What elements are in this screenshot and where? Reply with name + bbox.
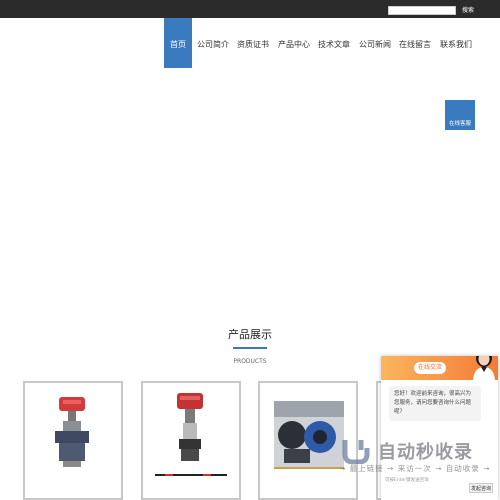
chat-header: 在线交流 (381, 356, 498, 380)
watermark-logo-icon (342, 440, 370, 464)
search-button[interactable]: 搜索 (458, 5, 478, 16)
search-input[interactable] (388, 6, 456, 15)
valve-image (155, 393, 227, 476)
nav-item-message[interactable]: 在线留言 (399, 18, 431, 68)
product-card[interactable] (23, 381, 123, 500)
section-divider (233, 347, 267, 349)
watermark-subtitle: → 最上链接 → 来访一次 → 自动收录 → (339, 464, 491, 473)
agent-avatar (473, 356, 495, 380)
nav-item-contact[interactable]: 联系我们 (440, 18, 472, 68)
nav-item-about[interactable]: 公司简介 (197, 18, 229, 68)
main-nav: 首页 公司简介 资质证书 产品中心 技术文章 公司新闻 在线留言 联系我们 (0, 18, 500, 68)
online-service-label: 在线客服 (448, 121, 471, 127)
watermark-title: 自动秒收录 (378, 442, 473, 463)
nav-item-news[interactable]: 公司新闻 (359, 18, 391, 68)
chat-send-button[interactable]: 发起咨询 (469, 483, 493, 493)
valve-image (55, 397, 89, 467)
nav-item-home[interactable]: 首页 (164, 18, 192, 68)
watermark: 自动秒收录 → 最上链接 → 来访一次 → 自动收录 → (335, 438, 500, 478)
chat-header-button[interactable]: 在线交流 (414, 362, 446, 374)
chat-message: 您好！欢迎前来咨询，很高兴为您服务，请问您要咨询什么问题呢？ (389, 386, 481, 421)
nav-item-products[interactable]: 产品中心 (278, 18, 310, 68)
nav-item-articles[interactable]: 技术文章 (318, 18, 350, 68)
products-section-title: 产品展示 (228, 328, 272, 341)
product-card[interactable] (141, 381, 241, 500)
nav-item-certificates[interactable]: 资质证书 (237, 18, 269, 68)
online-service-tab[interactable]: 在线客服 (445, 100, 475, 130)
top-bar: 搜索 (0, 0, 500, 18)
chat-widget: 在线交流 您好！欢迎前来咨询，很高兴为您服务，请问您要咨询什么问题呢？ 可按En… (381, 356, 498, 500)
